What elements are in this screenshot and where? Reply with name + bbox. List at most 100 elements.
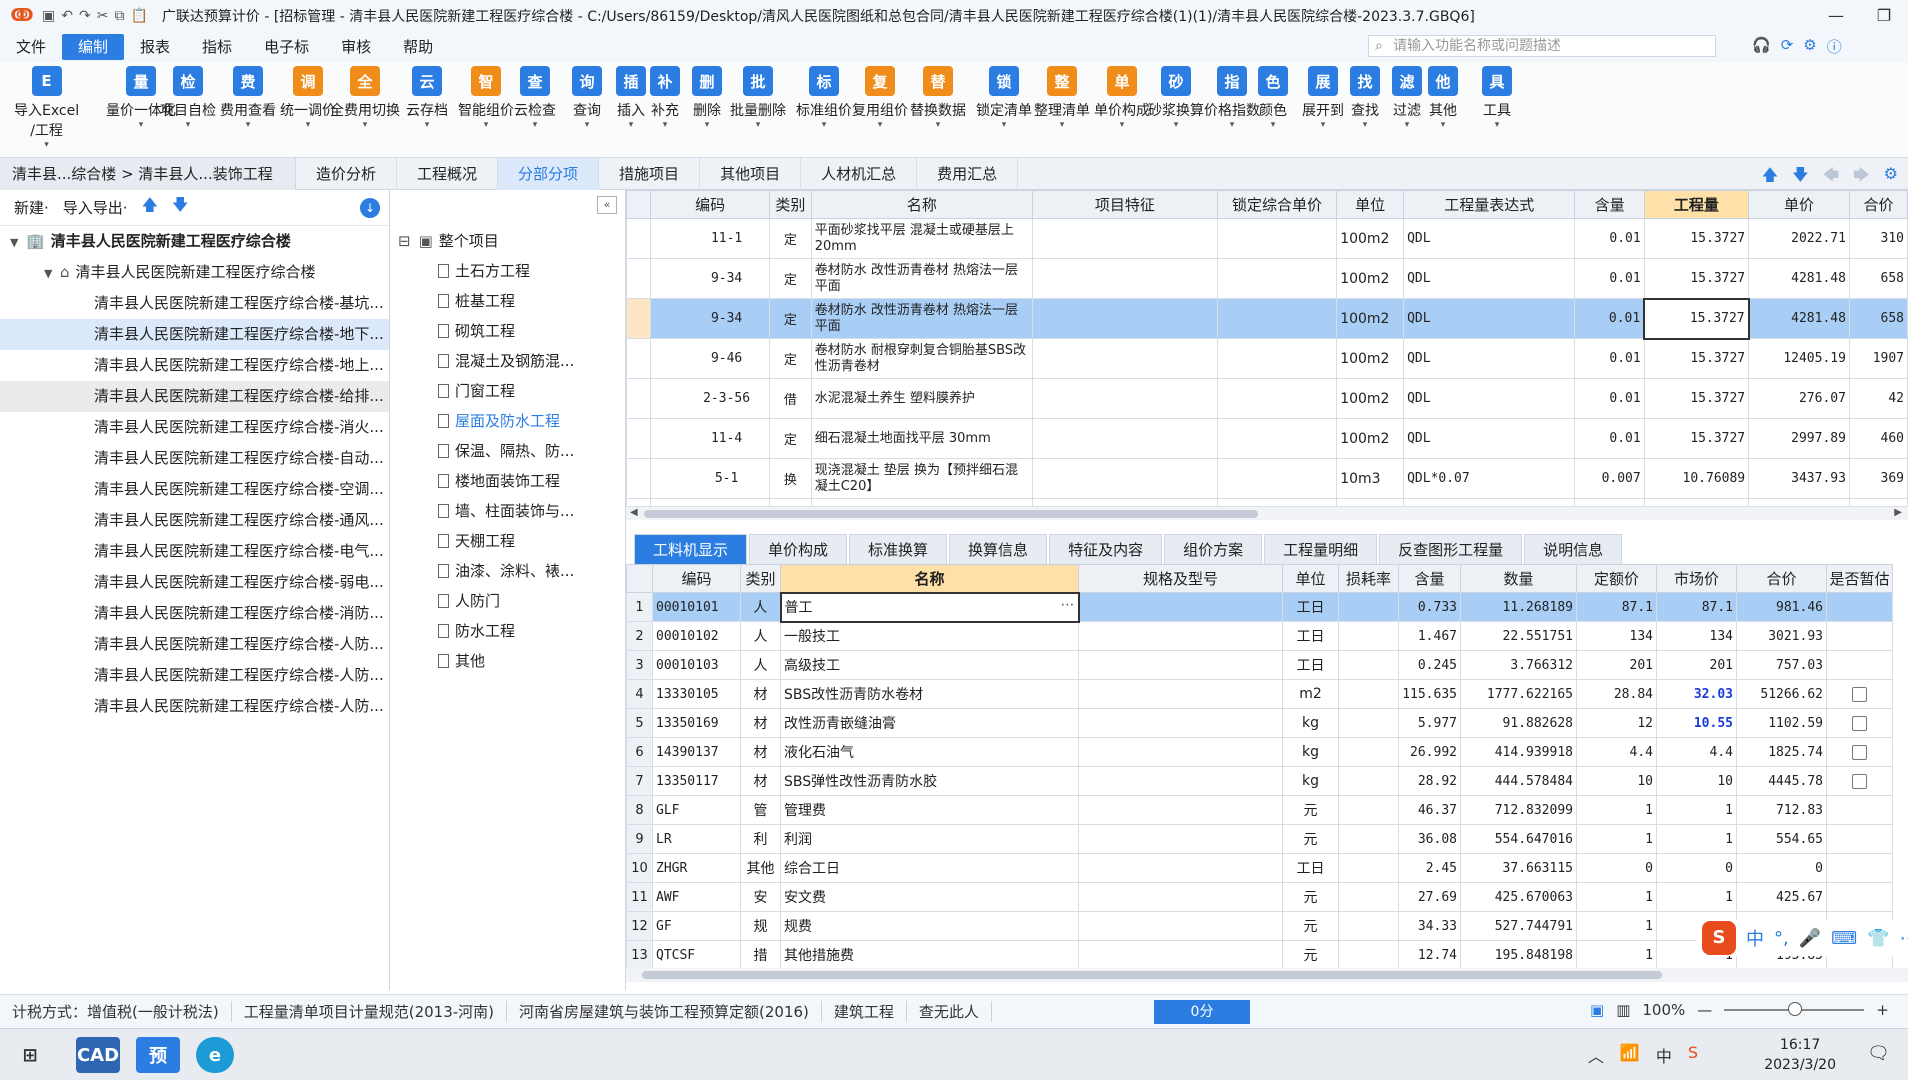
- resource-cell[interactable]: 0.245: [1398, 650, 1461, 680]
- skin-icon[interactable]: 👕: [1867, 928, 1889, 949]
- resource-cell[interactable]: [1078, 824, 1283, 854]
- resource-cell[interactable]: 13350117: [652, 766, 741, 796]
- resource-cell[interactable]: 一般技工: [780, 621, 1079, 651]
- bill-cell[interactable]: [1216, 258, 1338, 299]
- top-col-header[interactable]: 名称: [810, 190, 1034, 219]
- resource-cell[interactable]: 554.647016: [1460, 824, 1577, 854]
- resource-col-header[interactable]: 损耗率: [1338, 564, 1399, 593]
- resource-row[interactable]: 9 LR 利利润元 36.08 554.647016 1 1 554.65: [626, 824, 1893, 854]
- ribbon-button-13[interactable]: 批批量删除 ▾: [730, 66, 786, 130]
- resource-cell[interactable]: [1338, 592, 1399, 622]
- resource-row[interactable]: 7 13350117 材 SBS弹性改性沥青防水胶 kg 28.92 444.578484 1…: [626, 766, 1893, 796]
- resource-cell[interactable]: 1: [1576, 911, 1657, 941]
- bill-cell[interactable]: 0.01: [1574, 418, 1645, 459]
- bill-cell[interactable]: 9-34: [650, 258, 770, 299]
- function-search-input[interactable]: ⌕ 请输入功能名称或问题描述: [1368, 35, 1716, 57]
- bill-cell[interactable]: 定: [768, 298, 812, 339]
- bill-cell[interactable]: 369: [1848, 458, 1908, 499]
- bill-cell[interactable]: 5-89: [650, 498, 770, 506]
- detail-tab-1[interactable]: 单价构成: [749, 534, 848, 564]
- resource-cell[interactable]: 管: [740, 795, 781, 825]
- ribbon-button-9[interactable]: 询查询 ▾: [572, 66, 602, 130]
- tree-item[interactable]: 清丰县人民医院新建工程医疗综合楼-人防...: [0, 660, 389, 691]
- tree-item[interactable]: 清丰县人民医院新建工程医疗综合楼-自动...: [0, 443, 389, 474]
- resource-cell[interactable]: 1: [1576, 824, 1657, 854]
- bill-cell[interactable]: [1216, 218, 1338, 259]
- ribbon-button-18[interactable]: 整整理清单 ▾: [1034, 66, 1090, 130]
- resource-cell[interactable]: 554.65: [1736, 824, 1827, 854]
- resource-cell[interactable]: 32.03: [1656, 679, 1737, 709]
- menu-item-1[interactable]: 编制: [62, 34, 125, 60]
- detail-tab-2[interactable]: 标准换算: [849, 534, 948, 564]
- zoom-slider[interactable]: [1724, 1002, 1865, 1016]
- bill-row[interactable]: 9-46 定卷材防水 耐根穿刺复合铜胎基SBS改性沥青卷材 100m2 QDL 0.01…: [626, 338, 1908, 379]
- bill-cell[interactable]: 10m3: [1336, 458, 1405, 499]
- ime-punct-icon[interactable]: °,: [1774, 928, 1789, 949]
- view-mode-icon[interactable]: ▣: [1590, 1001, 1604, 1019]
- bill-cell[interactable]: 100m2: [1336, 418, 1405, 459]
- resource-cell[interactable]: 37.663115: [1460, 853, 1577, 883]
- estimate-checkbox[interactable]: [1852, 715, 1867, 731]
- copy-icon[interactable]: ⧉: [114, 8, 124, 24]
- detail-tab-8[interactable]: 说明信息: [1524, 534, 1623, 564]
- resource-cell[interactable]: 00010102: [652, 621, 741, 651]
- resource-cell[interactable]: 34.33: [1398, 911, 1461, 941]
- ribbon-button-27[interactable]: 具工具 ▾: [1482, 66, 1512, 130]
- bill-cell[interactable]: 定: [768, 218, 812, 259]
- bill-cell[interactable]: 100m2: [1336, 298, 1405, 339]
- tree-item[interactable]: 清丰县人民医院新建工程医疗综合楼-空调...: [0, 474, 389, 505]
- bill-cell[interactable]: [1032, 498, 1218, 506]
- tree-item[interactable]: 清丰县人民医院新建工程医疗综合楼-地下...: [0, 319, 389, 350]
- top-col-header[interactable]: 单价: [1748, 190, 1850, 219]
- bill-cell[interactable]: 15.3727: [1643, 378, 1750, 419]
- tree-item[interactable]: 清丰县人民医院新建工程医疗综合楼-消防...: [0, 598, 389, 629]
- bill-cell[interactable]: 0.007: [1574, 458, 1645, 499]
- bill-cell[interactable]: 0.01: [1574, 378, 1645, 419]
- resource-cell[interactable]: 00010103: [652, 650, 741, 680]
- resource-cell[interactable]: 材: [740, 766, 781, 796]
- ribbon-button-14[interactable]: 标标准组价 ▾: [796, 66, 852, 130]
- top-col-header[interactable]: 单位: [1336, 190, 1405, 219]
- bill-row[interactable]: 9-34 定卷材防水 改性沥青卷材 热熔法一层 平面 100m2 QDL 0.01 15.…: [626, 258, 1908, 299]
- ime-toolbar[interactable]: S中 °, 🎤 ⌨ 👕 ⋯: [1696, 920, 1908, 956]
- resource-cell[interactable]: 14390137: [652, 737, 741, 767]
- bill-cell[interactable]: 11-1: [650, 218, 770, 259]
- tab-0[interactable]: 造价分析: [296, 157, 398, 190]
- sogou-tray-icon[interactable]: S: [1688, 1043, 1698, 1067]
- scroll-right-icon[interactable]: ▶: [1894, 507, 1902, 518]
- menu-item-0[interactable]: 文件: [0, 34, 62, 60]
- tree-item[interactable]: 清丰县人民医院新建工程医疗综合楼-弱电...: [0, 567, 389, 598]
- import-export-button[interactable]: 导入导出·: [63, 197, 128, 218]
- tree-item[interactable]: 清丰县人民医院新建工程医疗综合楼-给排...: [0, 381, 389, 412]
- bill-cell[interactable]: 253: [1848, 498, 1908, 506]
- cut-icon[interactable]: ✂: [97, 8, 109, 24]
- resource-cell[interactable]: 13350169: [652, 708, 741, 738]
- bill-row[interactable]: 5-89定现浇构件圆钢筋 钢筋HPB300 直径 tQDL*(1/0.15*2*0…: [626, 498, 1908, 506]
- bill-cell[interactable]: 310: [1848, 218, 1908, 259]
- bill-cell[interactable]: [1216, 298, 1338, 339]
- resource-cell[interactable]: 00010101: [652, 592, 741, 622]
- bill-cell[interactable]: 100m2: [1336, 258, 1405, 299]
- undo-icon[interactable]: ↶: [61, 8, 73, 24]
- resource-cell[interactable]: [1338, 853, 1399, 883]
- bill-cell[interactable]: 0.01: [1574, 298, 1645, 339]
- bill-cell[interactable]: 定: [768, 338, 812, 379]
- page-view-icon[interactable]: ▥: [1616, 1001, 1630, 1019]
- ribbon-button-12[interactable]: 删删除 ▾: [692, 66, 722, 130]
- bill-cell[interactable]: 658: [1848, 298, 1908, 339]
- resource-col-header[interactable]: 是否暂估: [1826, 564, 1893, 593]
- detail-tab-6[interactable]: 工程量明细: [1264, 534, 1378, 564]
- resource-cell[interactable]: 2.45: [1398, 853, 1461, 883]
- resource-cell[interactable]: 1.467: [1398, 621, 1461, 651]
- top-col-header[interactable]: 工程量表达式: [1403, 190, 1576, 219]
- resource-cell[interactable]: [1826, 592, 1893, 622]
- resource-cell[interactable]: ⋯ 普工: [779, 591, 1080, 623]
- resource-cell[interactable]: 人: [740, 650, 781, 680]
- bill-cell[interactable]: 细石混凝土地面找平层 30mm: [810, 418, 1034, 459]
- resource-cell[interactable]: [1826, 737, 1893, 767]
- resource-cell[interactable]: 元: [1282, 795, 1339, 825]
- ime-tray-icon[interactable]: 中: [1656, 1043, 1672, 1067]
- detail-tab-4[interactable]: 特征及内容: [1049, 534, 1163, 564]
- section-item[interactable]: 墙、柱面装饰与...: [398, 496, 574, 526]
- system-clock[interactable]: 16:17 2023/3/20: [1764, 1035, 1836, 1075]
